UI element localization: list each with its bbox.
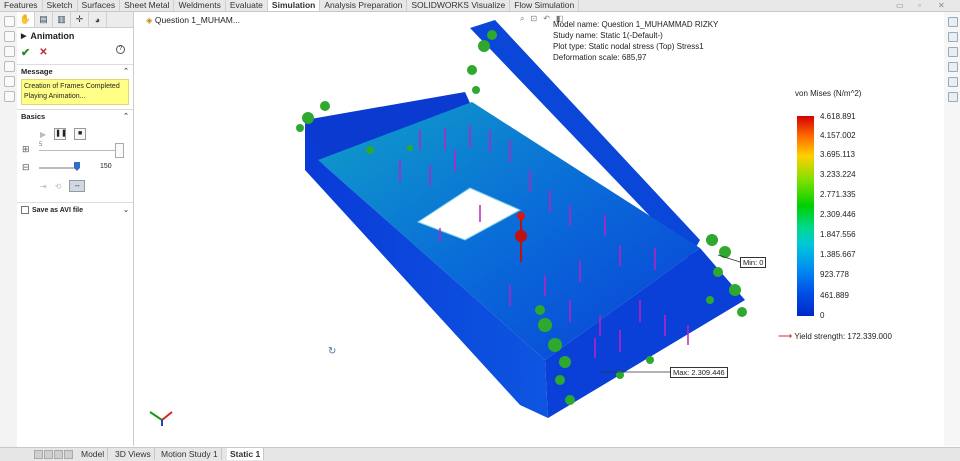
feature-tree-root[interactable]: ◈ Question 1_MUHAM... [146, 15, 240, 26]
help-icon[interactable]: ? [116, 45, 125, 54]
message-section-header[interactable]: Message ⌃ [17, 64, 133, 77]
play-icon: ▶ [21, 33, 27, 40]
legend-label: 3.233.224 [820, 170, 856, 179]
minimize-icon[interactable]: ▭ [896, 0, 904, 11]
part-icon: ◈ [146, 15, 153, 25]
legend-title: von Mises (N/m^2) [795, 89, 862, 98]
tab-features[interactable]: Features [0, 0, 43, 11]
legend-label: 461.889 [820, 291, 849, 300]
reciprocate-button[interactable]: ↔ [69, 180, 86, 192]
resources-icon[interactable] [948, 17, 958, 27]
toolbar-icon[interactable] [4, 91, 15, 102]
collapse-icon[interactable]: ⌃ [123, 67, 129, 75]
legend-labels: 4.618.891 4.157.002 3.695.113 3.233.224 … [820, 112, 890, 322]
panel-tabs: ✋ ▤ ▥ ✛ ◕ [17, 12, 133, 28]
speed-slider[interactable] [39, 167, 79, 169]
legend-label: 4.618.891 [820, 112, 856, 121]
prev-tab-icon[interactable] [44, 450, 53, 459]
legend-label: 4.157.002 [820, 131, 856, 140]
frames-spinner[interactable] [115, 143, 124, 158]
legend-label: 923.778 [820, 270, 849, 279]
play-icon[interactable]: ▶ [40, 130, 46, 139]
previous-view-icon[interactable]: ↶ [543, 14, 550, 24]
close-window-icon[interactable]: ✕ [938, 0, 945, 11]
speed-slider-row: ⊟ 150 [22, 162, 112, 172]
legend-label: 1.385.667 [820, 250, 856, 259]
view-palette-icon[interactable] [948, 62, 958, 72]
tab-motion-study-1[interactable]: Motion Study 1 [158, 448, 222, 460]
rotate-icon[interactable]: ↻ [328, 346, 336, 357]
min-label[interactable]: Min: 0 [740, 257, 767, 268]
feature-tree-tab-icon[interactable]: ▤ [35, 12, 53, 27]
tab-static-1[interactable]: Static 1 [227, 448, 265, 460]
legend-label: 3.695.113 [820, 150, 855, 159]
expand-icon[interactable]: ⌄ [123, 206, 129, 214]
first-tab-icon[interactable] [34, 450, 43, 459]
property-manager: ✋ ▤ ▥ ✛ ◕ ▶ Animation ? ✔ ✕ Message ⌃ Crea… [17, 12, 134, 446]
frames-slider[interactable] [39, 150, 117, 151]
legend-label: 0 [820, 311, 825, 320]
toolbar-icon[interactable] [4, 76, 15, 87]
left-toolbar [0, 12, 17, 447]
pause-button[interactable]: ❚❚ [54, 128, 67, 140]
task-pane-strip [944, 12, 960, 446]
tab-sheet-metal[interactable]: Sheet Metal [120, 0, 175, 11]
basics-section-header[interactable]: Basics ⌃ [17, 109, 133, 122]
toolbar-icon[interactable] [4, 46, 15, 57]
appearances-icon[interactable] [948, 77, 958, 87]
ok-button[interactable]: ✔ [21, 46, 30, 59]
next-tab-icon[interactable] [54, 450, 63, 459]
speed-icon: ⊟ [22, 162, 30, 172]
custom-properties-icon[interactable] [948, 92, 958, 102]
tab-simulation[interactable]: Simulation [267, 0, 321, 11]
tab-solidworks-visualize[interactable]: SOLIDWORKS Visualize [407, 0, 511, 11]
stop-button[interactable]: ■ [74, 128, 87, 140]
bottom-tab-bar: Model 3D Views Motion Study 1 Static 1 [0, 447, 960, 461]
cancel-button[interactable]: ✕ [39, 47, 47, 58]
toolbar-icon[interactable] [4, 16, 15, 27]
plot-info: Model name: Question 1_MUHAMMAD RIZKY St… [553, 20, 719, 62]
speed-slider-thumb[interactable] [74, 162, 80, 171]
zoom-area-icon[interactable]: ⊡ [530, 14, 537, 24]
frames-icon: ⊞ [22, 144, 30, 154]
configuration-tab-icon[interactable]: ▥ [53, 12, 71, 27]
tab-model[interactable]: Model [78, 448, 109, 460]
save-avi-row[interactable]: Save as AVI file ⌄ [17, 202, 133, 217]
file-explorer-icon[interactable] [948, 47, 958, 57]
restore-icon[interactable]: ▫ [918, 0, 921, 11]
frames-slider-row: ⊞ 5 [17, 142, 133, 158]
step-forward-icon[interactable]: ⇥ [40, 182, 47, 191]
tab-sketch[interactable]: Sketch [43, 0, 78, 11]
tab-weldments[interactable]: Weldments [174, 0, 226, 11]
design-library-icon[interactable] [948, 32, 958, 42]
legend-label: 2.771.335 [820, 190, 856, 199]
property-manager-tab-icon[interactable]: ✋ [17, 12, 35, 27]
command-manager-tabs: Features Sketch Surfaces Sheet Metal Wel… [0, 0, 960, 12]
last-tab-icon[interactable] [64, 450, 73, 459]
yield-strength: ⟶ Yield strength: 172.339.000 [778, 331, 892, 342]
panel-title: ▶ Animation [21, 31, 75, 41]
tab-surfaces[interactable]: Surfaces [78, 0, 121, 11]
tab-analysis-preparation[interactable]: Analysis Preparation [320, 0, 408, 11]
legend-color-bar [797, 116, 814, 316]
save-avi-checkbox[interactable] [21, 206, 29, 214]
legend-label: 1.847.556 [820, 230, 856, 239]
toolbar-icon[interactable] [4, 61, 15, 72]
zoom-to-fit-icon[interactable]: ⌕ [520, 14, 524, 24]
display-tab-icon[interactable]: ◕ [89, 12, 107, 27]
tab-flow-simulation[interactable]: Flow Simulation [510, 0, 580, 11]
legend-label: 2.309.446 [820, 210, 856, 219]
arrow-right-icon: ⟶ [778, 331, 793, 342]
tab-evaluate[interactable]: Evaluate [226, 0, 268, 11]
orientation-triad [149, 411, 173, 426]
loop-icon[interactable]: ⟲ [55, 182, 62, 191]
max-label[interactable]: Max: 2.309.446 [670, 367, 728, 378]
collapse-icon[interactable]: ⌃ [123, 112, 129, 120]
message-box: Creation of Frames Completed Playing Ani… [21, 79, 129, 105]
toolbar-icon[interactable] [4, 31, 15, 42]
tab-3d-views[interactable]: 3D Views [112, 448, 155, 460]
dimxpert-tab-icon[interactable]: ✛ [71, 12, 89, 27]
